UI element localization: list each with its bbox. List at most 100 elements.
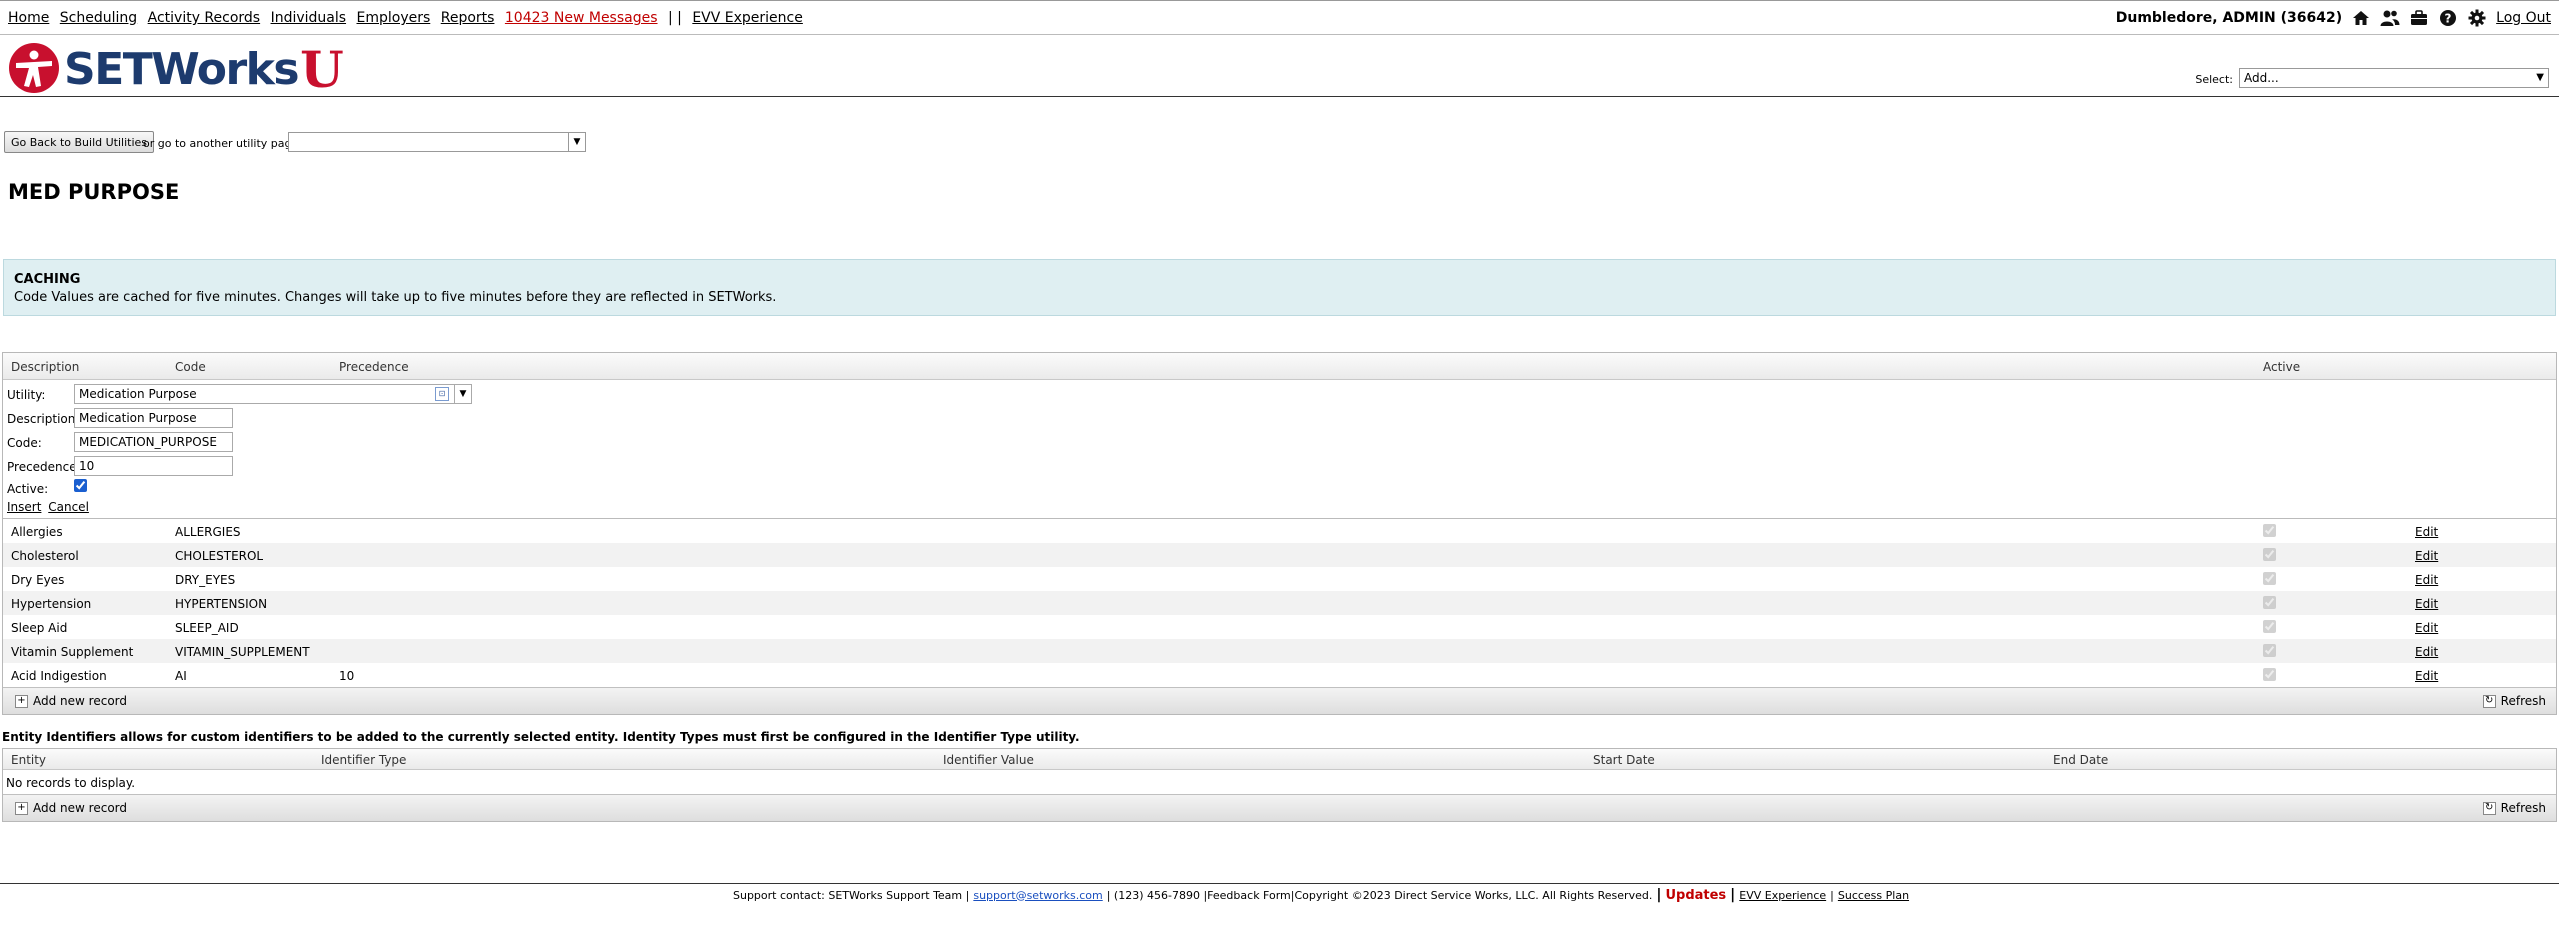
refresh-label: Refresh bbox=[2500, 801, 2546, 815]
entity-refresh-button[interactable]: ↻ Refresh bbox=[2482, 801, 2546, 815]
nav-employers[interactable]: Employers bbox=[357, 10, 431, 26]
entity-add-new-record-button[interactable]: + Add new record bbox=[15, 801, 127, 815]
refresh-button[interactable]: ↻ Refresh bbox=[2482, 694, 2546, 708]
nav-activity-records[interactable]: Activity Records bbox=[148, 10, 260, 26]
page-title: MED PURPOSE bbox=[8, 180, 180, 204]
add-new-record-label: Add new record bbox=[33, 801, 127, 815]
row-active-checkbox bbox=[2263, 620, 2276, 633]
nav-reports[interactable]: Reports bbox=[441, 10, 495, 26]
users-icon[interactable] bbox=[2380, 8, 2400, 28]
page-footer: Support contact: SETWorks Support Team |… bbox=[0, 883, 2559, 914]
row-code: CHOLESTEROL bbox=[175, 549, 264, 563]
home-icon[interactable] bbox=[2351, 8, 2371, 28]
row-description: Vitamin Supplement bbox=[11, 645, 134, 659]
setworks-logo[interactable]: SETWorks U bbox=[8, 40, 344, 99]
footer-phone-copyright: | (123) 456-7890 |Feedback Form|Copyrigh… bbox=[1106, 888, 1653, 902]
refresh-label: Refresh bbox=[2500, 694, 2546, 708]
gear-icon[interactable] bbox=[2467, 8, 2487, 28]
row-active-checkbox bbox=[2263, 524, 2276, 537]
utility-combobox[interactable]: Medication Purpose ⊡ ▼ bbox=[74, 384, 472, 404]
no-records-row: No records to display. bbox=[3, 770, 2556, 794]
footer-pipe: | bbox=[1830, 888, 1834, 902]
column-description[interactable]: Description bbox=[11, 360, 79, 374]
column-end-date[interactable]: End Date bbox=[2053, 753, 2108, 767]
insert-link[interactable]: Insert bbox=[7, 500, 41, 514]
chevron-down-icon: ▼ bbox=[2536, 72, 2544, 83]
insert-form: Utility: Medication Purpose ⊡ ▼ Descript… bbox=[3, 380, 2556, 519]
user-bar: Dumbledore, ADMIN (36642) ? Log Out bbox=[2116, 8, 2551, 28]
row-edit-link[interactable]: Edit bbox=[2415, 549, 2438, 563]
row-code: VITAMIN_SUPPLEMENT bbox=[175, 645, 310, 659]
plus-icon: + bbox=[15, 801, 28, 815]
row-edit-link[interactable]: Edit bbox=[2415, 573, 2438, 587]
row-description: Dry Eyes bbox=[11, 573, 65, 587]
caching-text: Code Values are cached for five minutes.… bbox=[14, 290, 777, 305]
footer-evv-experience-link[interactable]: EVV Experience bbox=[1739, 889, 1826, 902]
footer-content: Support contact: SETWorks Support Team |… bbox=[733, 887, 1909, 903]
column-active[interactable]: Active bbox=[2263, 360, 2300, 374]
help-icon[interactable]: ? bbox=[2438, 8, 2458, 28]
success-plan-link[interactable]: Success Plan bbox=[1838, 889, 1909, 902]
precedence-label: Precedence: bbox=[7, 460, 81, 474]
row-edit-link[interactable]: Edit bbox=[2415, 621, 2438, 635]
row-precedence: 10 bbox=[339, 669, 355, 683]
column-identifier-value[interactable]: Identifier Value bbox=[943, 753, 1034, 767]
user-name: Dumbledore, ADMIN (36642) bbox=[2115, 10, 2343, 26]
active-checkbox[interactable] bbox=[74, 479, 87, 492]
code-input[interactable] bbox=[74, 432, 233, 452]
column-entity[interactable]: Entity bbox=[11, 753, 46, 767]
row-description: Allergies bbox=[11, 525, 63, 539]
row-description: Sleep Aid bbox=[11, 621, 68, 635]
description-input[interactable] bbox=[74, 408, 233, 428]
column-identifier-type[interactable]: Identifier Type bbox=[321, 753, 406, 767]
code-values-grid: Description Code Precedence Active Utili… bbox=[2, 352, 2557, 715]
row-description: Hypertension bbox=[11, 597, 92, 611]
support-email-link[interactable]: support@setworks.com bbox=[973, 889, 1102, 902]
row-code: ALLERGIES bbox=[175, 525, 241, 539]
row-edit-link[interactable]: Edit bbox=[2415, 597, 2438, 611]
grid-header: Description Code Precedence Active bbox=[3, 353, 2556, 380]
add-new-record-button[interactable]: + Add new record bbox=[15, 694, 127, 708]
utility-page-select[interactable]: ▼ bbox=[288, 132, 586, 152]
entity-grid-header: Entity Identifier Type Identifier Value … bbox=[3, 749, 2556, 770]
row-edit-link[interactable]: Edit bbox=[2415, 645, 2438, 659]
row-code: SLEEP_AID bbox=[175, 621, 239, 635]
chevron-down-icon[interactable]: ▼ bbox=[454, 385, 471, 403]
refresh-icon: ↻ bbox=[2482, 694, 2496, 708]
lookup-icon[interactable]: ⊡ bbox=[435, 387, 449, 401]
cancel-link[interactable]: Cancel bbox=[48, 500, 89, 514]
row-code: HYPERTENSION bbox=[175, 597, 268, 611]
table-row: Hypertension HYPERTENSION Edit bbox=[3, 591, 2556, 615]
app-header: SETWorks U Select: Add... ▼ bbox=[0, 35, 2559, 99]
precedence-input[interactable] bbox=[74, 456, 233, 476]
chevron-down-icon[interactable]: ▼ bbox=[568, 133, 585, 151]
entity-identifiers-grid: Entity Identifier Type Identifier Value … bbox=[2, 748, 2557, 822]
briefcase-icon[interactable] bbox=[2409, 8, 2429, 28]
column-start-date[interactable]: Start Date bbox=[1593, 753, 1655, 767]
add-new-record-label: Add new record bbox=[33, 694, 127, 708]
row-edit-link[interactable]: Edit bbox=[2415, 525, 2438, 539]
nav-evv-experience[interactable]: EVV Experience bbox=[692, 10, 803, 26]
nav-scheduling[interactable]: Scheduling bbox=[60, 10, 137, 26]
updates-link[interactable]: Updates bbox=[1665, 888, 1726, 903]
select-label: Select: bbox=[2195, 73, 2233, 86]
add-select-dropdown[interactable]: Add... ▼ bbox=[2239, 68, 2549, 88]
nav-home[interactable]: Home bbox=[8, 10, 49, 26]
nav-individuals[interactable]: Individuals bbox=[271, 10, 346, 26]
description-label: Description: bbox=[7, 412, 80, 426]
nav-new-messages[interactable]: 10423 New Messages bbox=[505, 10, 658, 26]
row-active-checkbox bbox=[2263, 548, 2276, 561]
logout-link[interactable]: Log Out bbox=[2496, 10, 2551, 26]
back-to-build-utilities-button[interactable]: Go Back to Build Utilities bbox=[4, 131, 155, 153]
footer-separator: | bbox=[1730, 887, 1736, 903]
logo-figure-icon bbox=[8, 42, 60, 97]
row-active-checkbox bbox=[2263, 596, 2276, 609]
column-precedence[interactable]: Precedence bbox=[339, 360, 409, 374]
support-contact: Support contact: SETWorks Support Team | bbox=[733, 888, 970, 902]
table-row: Sleep Aid SLEEP_AID Edit bbox=[3, 615, 2556, 639]
row-edit-link[interactable]: Edit bbox=[2415, 669, 2438, 683]
code-label: Code: bbox=[7, 436, 42, 450]
column-code[interactable]: Code bbox=[175, 360, 206, 374]
active-label: Active: bbox=[7, 482, 49, 496]
row-description: Cholesterol bbox=[11, 549, 79, 563]
